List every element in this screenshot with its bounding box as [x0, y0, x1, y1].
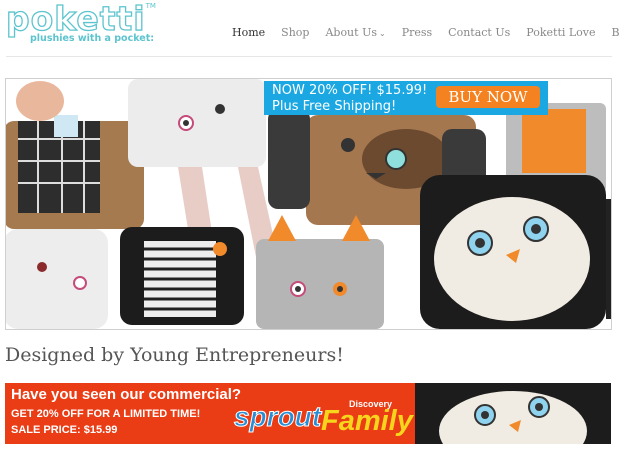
family-logo: Family	[321, 405, 413, 437]
nav-item-blog[interactable]: Blog⌄	[612, 26, 620, 39]
nav-item-about-us[interactable]: About Us ⌄	[325, 26, 385, 39]
banner-price: SALE PRICE: $15.99	[11, 424, 118, 436]
banner-offer: GET 20% OFF FOR A LIMITED TIME!	[11, 408, 201, 420]
nav-item-contact-us[interactable]: Contact Us	[448, 26, 510, 39]
commercial-banner[interactable]: Have you seen our commercial? GET 20% OF…	[5, 383, 611, 444]
page-headline: Designed by Young Entrepreneurs!	[5, 344, 344, 366]
promo-shipping-text: Plus Free Shipping!	[272, 99, 397, 114]
logo-trademark: TM	[145, 2, 156, 10]
nav-item-poketti-love[interactable]: Poketti Love	[526, 26, 595, 39]
nav-item-shop[interactable]: Shop	[281, 26, 309, 39]
site-logo[interactable]: pokettiTM plushies with a pocket:	[5, 1, 156, 44]
logo-tagline: plushies with a pocket:	[30, 33, 155, 44]
chevron-down-icon: ⌄	[378, 29, 386, 38]
promo-discount-text: NOW 20% OFF! $15.99!	[272, 83, 428, 98]
nav-item-press[interactable]: Press	[402, 26, 432, 39]
buy-now-button[interactable]: BUY NOW	[436, 86, 540, 108]
plush-collage-image	[6, 79, 611, 329]
header-divider	[6, 56, 612, 57]
promo-banner[interactable]: NOW 20% OFF! $15.99! Plus Free Shipping!…	[264, 81, 548, 115]
nav-item-label: Blog	[611, 26, 620, 39]
nav-item-label: About Us	[325, 26, 377, 39]
nav-item-home[interactable]: Home	[232, 26, 265, 39]
penguin-plush-image	[415, 383, 611, 444]
sprout-logo: sprout	[233, 401, 322, 433]
hero-slider[interactable]: NOW 20% OFF! $15.99! Plus Free Shipping!…	[5, 78, 612, 330]
main-nav: Home Shop About Us ⌄ Press Contact Us Pok…	[232, 26, 620, 39]
banner-question: Have you seen our commercial?	[11, 386, 242, 403]
